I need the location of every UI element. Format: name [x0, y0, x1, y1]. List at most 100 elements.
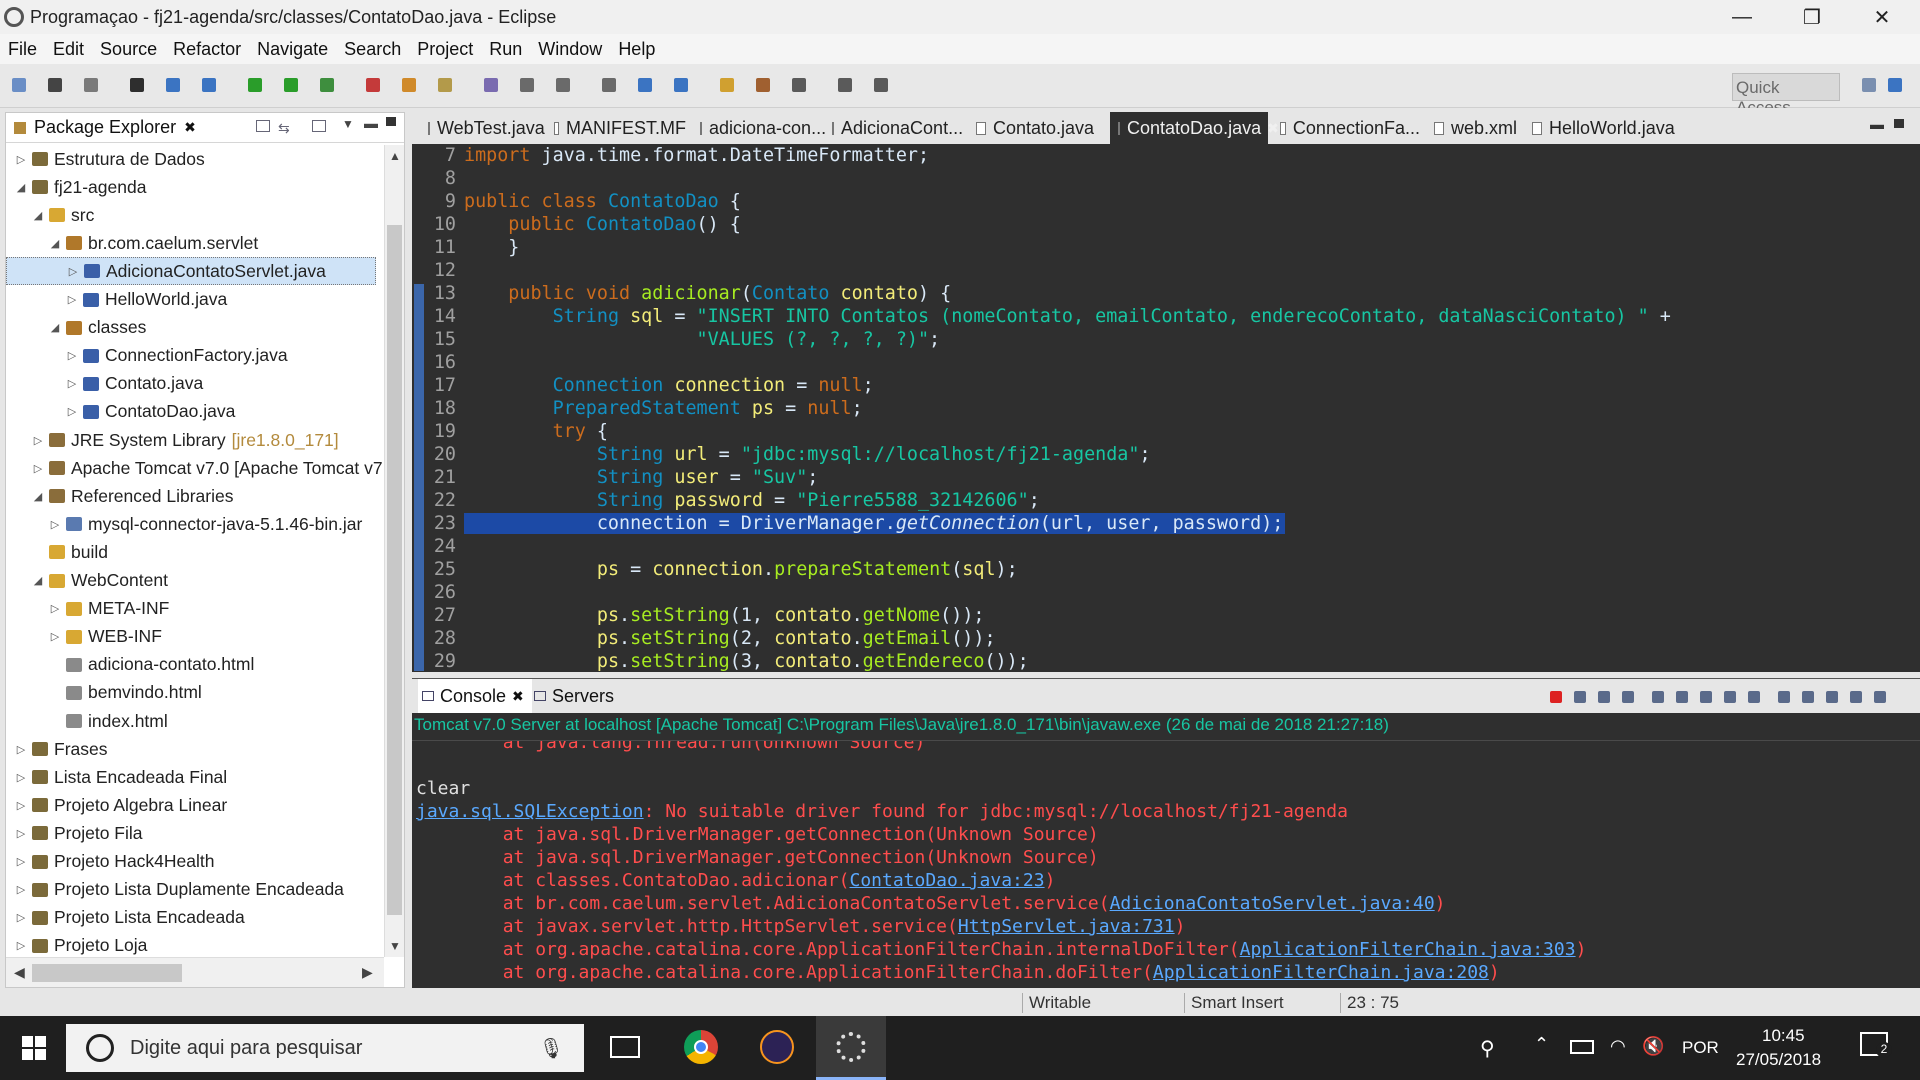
collapsed-arrow-icon[interactable]: ▷: [66, 265, 80, 278]
expanded-arrow-icon[interactable]: ◢: [14, 181, 28, 194]
tree-item[interactable]: ▷ Estrutura de Dados: [14, 145, 205, 173]
menu-edit[interactable]: Edit: [45, 39, 92, 60]
editor-tab[interactable]: HelloWorld.java: [1524, 112, 1684, 144]
tree-item[interactable]: ▷ Contato.java: [65, 370, 204, 398]
scroll-right-icon[interactable]: ▶: [362, 964, 373, 981]
code-line[interactable]: 29 ps.setString(3, contato.getEndereco()…: [412, 650, 1892, 673]
save-all-icon[interactable]: [84, 78, 98, 92]
quick-access-field[interactable]: Quick Access: [1732, 73, 1840, 117]
editor-tab[interactable]: ConnectionFa...: [1272, 112, 1420, 144]
run-icon[interactable]: [284, 78, 298, 92]
collapsed-arrow-icon[interactable]: ▷: [48, 602, 62, 615]
code-line[interactable]: 24: [412, 535, 1892, 558]
hscrollbar-thumb[interactable]: [32, 964, 182, 982]
scroll-up-icon[interactable]: ▲: [389, 149, 401, 163]
collapsed-arrow-icon[interactable]: ▷: [31, 462, 45, 475]
tree-item[interactable]: ▷ Projeto Fila: [14, 819, 143, 847]
console-line[interactable]: at java.sql.DriverManager.getConnection(…: [416, 823, 1099, 846]
chevron-up-icon[interactable]: ⌃: [1534, 1034, 1549, 1055]
console-line[interactable]: clear: [416, 777, 470, 800]
collapsed-arrow-icon[interactable]: ▷: [14, 855, 28, 868]
clear-console-icon[interactable]: [1622, 691, 1634, 703]
menu-search[interactable]: Search: [336, 39, 409, 60]
remove-all-icon[interactable]: [1598, 691, 1610, 703]
tree-item[interactable]: adiciona-contato.html: [48, 651, 254, 679]
console-line[interactable]: at org.apache.catalina.core.ApplicationF…: [416, 938, 1587, 961]
back-icon[interactable]: [792, 78, 806, 92]
external-tools-icon[interactable]: [366, 78, 380, 92]
eclipse-taskbar-icon[interactable]: [760, 1030, 794, 1064]
expanded-arrow-icon[interactable]: ◢: [48, 321, 62, 334]
tree-item[interactable]: ▷ Projeto Algebra Linear: [14, 791, 227, 819]
tree-item[interactable]: ▷ Frases: [14, 735, 108, 763]
code-line[interactable]: 7 import java.time.format.DateTimeFormatt…: [412, 144, 1892, 167]
tree-item[interactable]: ▷ mysql-connector-java-5.1.46-bin.jar: [48, 510, 363, 538]
javaee-perspective-icon[interactable]: [1888, 78, 1902, 92]
tree-item[interactable]: build: [31, 538, 108, 566]
minimize-view-icon[interactable]: [1850, 691, 1862, 703]
task-view-icon[interactable]: [610, 1036, 640, 1058]
tree-item[interactable]: bemvindo.html: [48, 679, 202, 707]
editor-tab[interactable]: adiciona-con...: [692, 112, 826, 144]
editor-tab[interactable]: WebTest.java: [420, 112, 545, 144]
editor-tab[interactable]: web.xml: [1426, 112, 1518, 144]
horizontal-scrollbar[interactable]: ◀ ▶: [6, 957, 384, 987]
console-line[interactable]: at br.com.caelum.servlet.AdicionaContato…: [416, 892, 1446, 915]
editor-tab[interactable]: MANIFEST.MF: [546, 112, 686, 144]
notifications-icon[interactable]: 2: [1860, 1032, 1892, 1058]
collapsed-arrow-icon[interactable]: ▷: [48, 630, 62, 643]
console-line[interactable]: java.sql.SQLException: No suitable drive…: [416, 800, 1348, 823]
tree-item[interactable]: ▷ Projeto Lista Encadeada: [14, 904, 245, 932]
collapsed-arrow-icon[interactable]: ▷: [65, 349, 79, 362]
new-java-project-icon[interactable]: [402, 78, 416, 92]
code-line[interactable]: 20 String url = "jdbc:mysql://localhost/…: [412, 443, 1892, 466]
scroll-lock-icon[interactable]: [1652, 691, 1664, 703]
pin-console-icon[interactable]: [1748, 691, 1760, 703]
tree-item[interactable]: ▷ HelloWorld.java: [65, 286, 227, 314]
menu-refactor[interactable]: Refactor: [165, 39, 249, 60]
open-console-icon[interactable]: [1802, 691, 1814, 703]
tree-item[interactable]: ▷ ConnectionFactory.java: [65, 342, 288, 370]
console-tab[interactable]: Servers: [530, 679, 622, 713]
tree-item[interactable]: ▷ WEB-INF: [48, 623, 162, 651]
tree-item[interactable]: ▷ Apache Tomcat v7.0 [Apache Tomcat v7: [31, 454, 383, 482]
link-editor-icon[interactable]: ⇆: [278, 120, 290, 137]
skip-breakpoints-icon[interactable]: [202, 78, 216, 92]
expanded-arrow-icon[interactable]: ◢: [48, 237, 62, 250]
forward-icon[interactable]: [838, 78, 852, 92]
close-button[interactable]: ✕: [1852, 0, 1912, 34]
chrome-icon[interactable]: [684, 1030, 718, 1064]
collapsed-arrow-icon[interactable]: ▷: [14, 911, 28, 924]
people-icon[interactable]: ⚲: [1480, 1036, 1495, 1061]
collapsed-arrow-icon[interactable]: ▷: [14, 153, 28, 166]
print-icon[interactable]: [130, 78, 144, 92]
last-edit-icon[interactable]: [756, 78, 770, 92]
wifi-icon[interactable]: ◠: [1610, 1036, 1626, 1057]
battery-icon[interactable]: [1570, 1040, 1594, 1054]
code-line[interactable]: 9 public class ContatoDao {: [412, 190, 1892, 213]
console-tab[interactable]: Console ✖: [418, 679, 532, 713]
console-line[interactable]: at java.sql.DriverManager.getConnection(…: [416, 846, 1099, 869]
close-icon[interactable]: ✖: [184, 119, 196, 136]
menu-run[interactable]: Run: [481, 39, 530, 60]
code-line[interactable]: 12: [412, 259, 1892, 282]
maximize-view-icon[interactable]: [386, 117, 396, 126]
maximize-editor-icon[interactable]: [1894, 119, 1904, 128]
code-line[interactable]: 17 Connection connection = null;: [412, 374, 1892, 397]
microphone-icon[interactable]: 🎙: [539, 1036, 564, 1061]
show-on-stdout-icon[interactable]: [1700, 691, 1712, 703]
new-class-icon[interactable]: [484, 78, 498, 92]
code-area[interactable]: 7 import java.time.format.DateTimeFormatt…: [412, 144, 1920, 672]
collapsed-arrow-icon[interactable]: ▷: [14, 771, 28, 784]
word-wrap-icon[interactable]: [1676, 691, 1688, 703]
code-line[interactable]: 22 String password = "Pierre5588_3214260…: [412, 489, 1892, 512]
code-line[interactable]: 15 "VALUES (?, ?, ?, ?)";: [412, 328, 1892, 351]
open-task-icon[interactable]: [556, 78, 570, 92]
toggle-mark-occurrences-icon[interactable]: [638, 78, 652, 92]
minimize-button[interactable]: —: [1712, 0, 1772, 34]
console-output[interactable]: at java.lang.Thread.run(Unknown Source) c…: [412, 741, 1902, 985]
editor-tab[interactable]: Contato.java: [968, 112, 1104, 144]
code-line[interactable]: 28 ps.setString(2, contato.getEmail());: [412, 627, 1892, 650]
search-icon[interactable]: [602, 78, 616, 92]
collapsed-arrow-icon[interactable]: ▷: [65, 377, 79, 390]
